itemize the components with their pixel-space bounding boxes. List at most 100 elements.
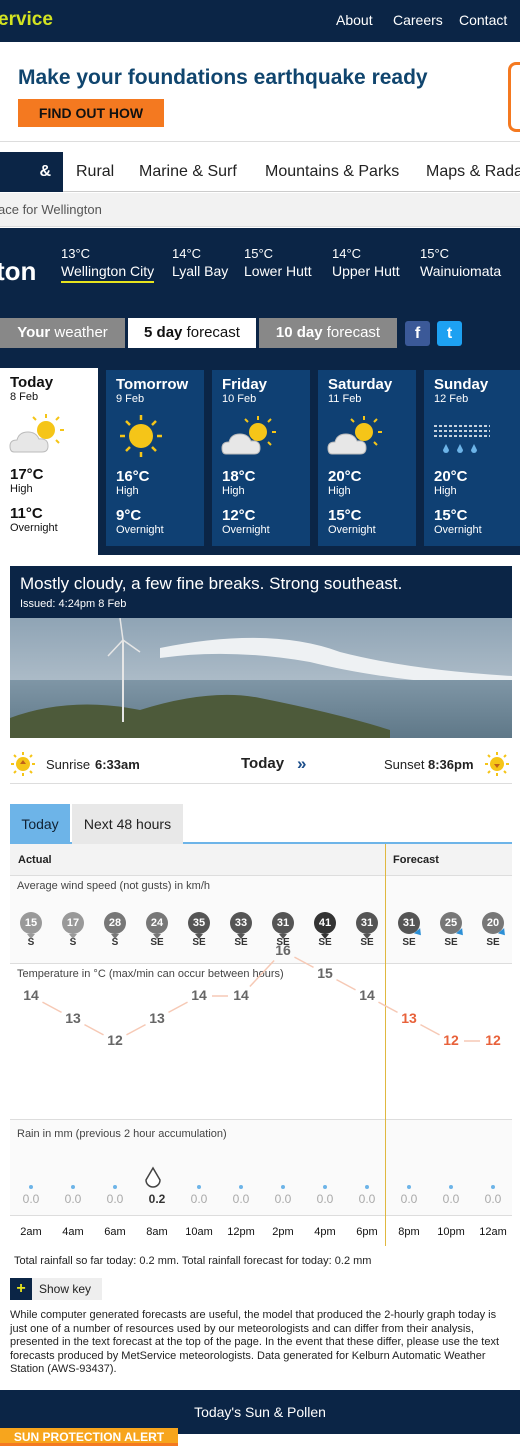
day-low: 9°C — [116, 507, 142, 524]
time-label: 8am — [146, 1226, 168, 1238]
day-low: 15°C — [434, 507, 468, 524]
wind-arrow-icon — [69, 934, 77, 939]
tab-maps-radar[interactable]: Maps & Rada — [426, 152, 520, 192]
day-card-today[interactable]: Today 8 Feb 17°C High 11°C Overnight — [0, 368, 98, 555]
plus-icon: + — [10, 1278, 32, 1300]
tab-towns-cities[interactable]: & Cities — [0, 152, 63, 220]
rain-value: 0.2 — [148, 1192, 166, 1206]
day-date: 11 Feb — [328, 393, 362, 405]
wind-speed: 25 — [440, 912, 466, 938]
sunrise-icon — [11, 752, 35, 776]
wind-reading: 28 S — [103, 912, 127, 948]
location-wellington-city[interactable]: 13°C Wellington City — [61, 246, 155, 283]
nav-contact-link[interactable]: Contact — [459, 12, 507, 28]
tab-label-bold: 5 day — [144, 324, 183, 341]
tab-rural[interactable]: Rural — [76, 152, 114, 192]
location-wainuiomata[interactable]: 15°C Wainuiomata — [420, 246, 501, 279]
day-high: 20°C — [434, 468, 468, 485]
tab-next-48-hours[interactable]: Next 48 hours — [72, 804, 183, 844]
day-low-label: Overnight — [434, 524, 482, 536]
today-link[interactable]: Today — [241, 755, 284, 772]
temperature-value: 13 — [65, 1009, 81, 1026]
wind-speed: 31 — [272, 912, 294, 939]
location-lyall-bay[interactable]: 14°C Lyall Bay — [172, 246, 228, 279]
day-name: Today — [10, 374, 54, 391]
tab-today[interactable]: Today — [10, 804, 70, 844]
day-card-friday[interactable]: Friday 10 Feb 18°C High 12°C Overnight — [212, 370, 310, 546]
location-temp: 14°C — [332, 246, 362, 261]
tab-mountains-parks[interactable]: Mountains & Parks — [265, 152, 399, 192]
tab-label-bold: 10 day — [275, 324, 323, 341]
tab-label-bold: Your — [17, 324, 51, 341]
show-key-button[interactable]: + Show key — [10, 1278, 102, 1300]
tab-marine-surf[interactable]: Marine & Surf — [139, 152, 237, 192]
time-label: 6am — [104, 1226, 126, 1238]
nav-careers-link[interactable]: Careers — [393, 12, 443, 28]
nav-about-link[interactable]: About — [336, 12, 373, 28]
day-date: 8 Feb — [10, 391, 39, 403]
day-low: 15°C — [328, 507, 362, 524]
facebook-icon[interactable]: f — [405, 321, 430, 346]
rain-marker — [197, 1185, 201, 1189]
rain-marker — [71, 1185, 75, 1189]
day-card-tomorrow[interactable]: Tomorrow 9 Feb 16°C High 9°C Overnight — [106, 370, 204, 546]
breadcrumb-text: ace for Wellington — [0, 202, 102, 217]
time-label: 2pm — [272, 1226, 294, 1238]
category-tabs: & Cities Rural Marine & Surf Mountains &… — [0, 152, 520, 220]
day-card-saturday[interactable]: Saturday 11 Feb 20°C High 15°C Overnight — [318, 370, 416, 546]
rain-marker — [29, 1185, 33, 1189]
day-low-label: Overnight — [328, 524, 376, 536]
day-name: Sunday — [434, 376, 489, 393]
day-high: 20°C — [328, 468, 362, 485]
sun-times-row: Sunrise 6:33am Today » Sunset 8:36pm — [10, 744, 512, 784]
wind-speed: 35 — [188, 912, 210, 939]
chevron-right-icon[interactable]: » — [297, 754, 306, 774]
find-out-how-button[interactable]: FIND OUT HOW — [18, 99, 164, 127]
top-bar: ervice About Careers Contact — [0, 0, 520, 42]
wind-arrow-icon — [321, 934, 329, 939]
rain-value: 0.0 — [22, 1192, 40, 1206]
wind-arrow-icon — [195, 934, 203, 939]
location-bar: ton 13°C Wellington City 14°C Lyall Bay … — [0, 228, 520, 350]
day-date: 9 Feb — [116, 393, 145, 405]
wind-reading: 35 SE — [187, 912, 211, 948]
tab-10-day-forecast[interactable]: 10 day forecast — [259, 318, 397, 348]
day-low: 12°C — [222, 507, 256, 524]
temperature-value: 14 — [233, 987, 249, 1003]
summary-issued: Issued: 4:24pm 8 Feb — [20, 598, 127, 610]
day-low-label: Overnight — [116, 524, 164, 536]
advert-banner[interactable]: Make your foundations earthquake ready F… — [0, 52, 520, 142]
brand-logo[interactable]: ervice — [0, 9, 53, 31]
twitter-icon[interactable]: t — [437, 321, 462, 346]
day-low-label: Overnight — [10, 522, 58, 534]
wind-arrow-icon — [237, 934, 245, 939]
sunset-label: Sunset — [384, 757, 425, 772]
tab-your-weather[interactable]: Your weather — [0, 318, 125, 348]
wind-direction: SE — [486, 937, 500, 948]
location-title: ton — [0, 256, 37, 286]
temperature-value: 16 — [275, 942, 291, 958]
day-card-sunday[interactable]: Sunday 12 Feb 20°C High 15°C Overnight — [424, 370, 520, 546]
disclaimer-text: While computer generated forecasts are u… — [10, 1309, 500, 1376]
wind-arrow-icon — [153, 934, 161, 939]
rain-value: 0.0 — [106, 1192, 124, 1206]
day-name: Saturday — [328, 376, 393, 393]
location-name: Wainuiomata — [420, 263, 502, 279]
wind-reading: 31 SE — [355, 912, 379, 948]
sunset-icon — [485, 752, 509, 776]
time-label: 4pm — [314, 1226, 336, 1238]
location-upper-hutt[interactable]: 14°C Upper Hutt — [332, 246, 400, 279]
wind-reading: 25 SE — [439, 912, 466, 948]
tab-5-day-forecast[interactable]: 5 day forecast — [128, 318, 256, 348]
day-high: 18°C — [222, 468, 256, 485]
wind-speed: 31 — [356, 912, 378, 939]
breadcrumb: ace for Wellington — [0, 193, 520, 227]
location-lower-hutt[interactable]: 15°C Lower Hutt — [244, 246, 312, 279]
temperature-value: 12 — [443, 1032, 459, 1048]
temperature-value: 12 — [107, 1032, 123, 1048]
location-name: Wellington City — [61, 263, 155, 283]
location-temp: 15°C — [420, 246, 450, 261]
time-label: 6pm — [356, 1226, 378, 1238]
day-high-label: High — [328, 485, 351, 497]
temperature-value: 13 — [149, 1009, 165, 1026]
